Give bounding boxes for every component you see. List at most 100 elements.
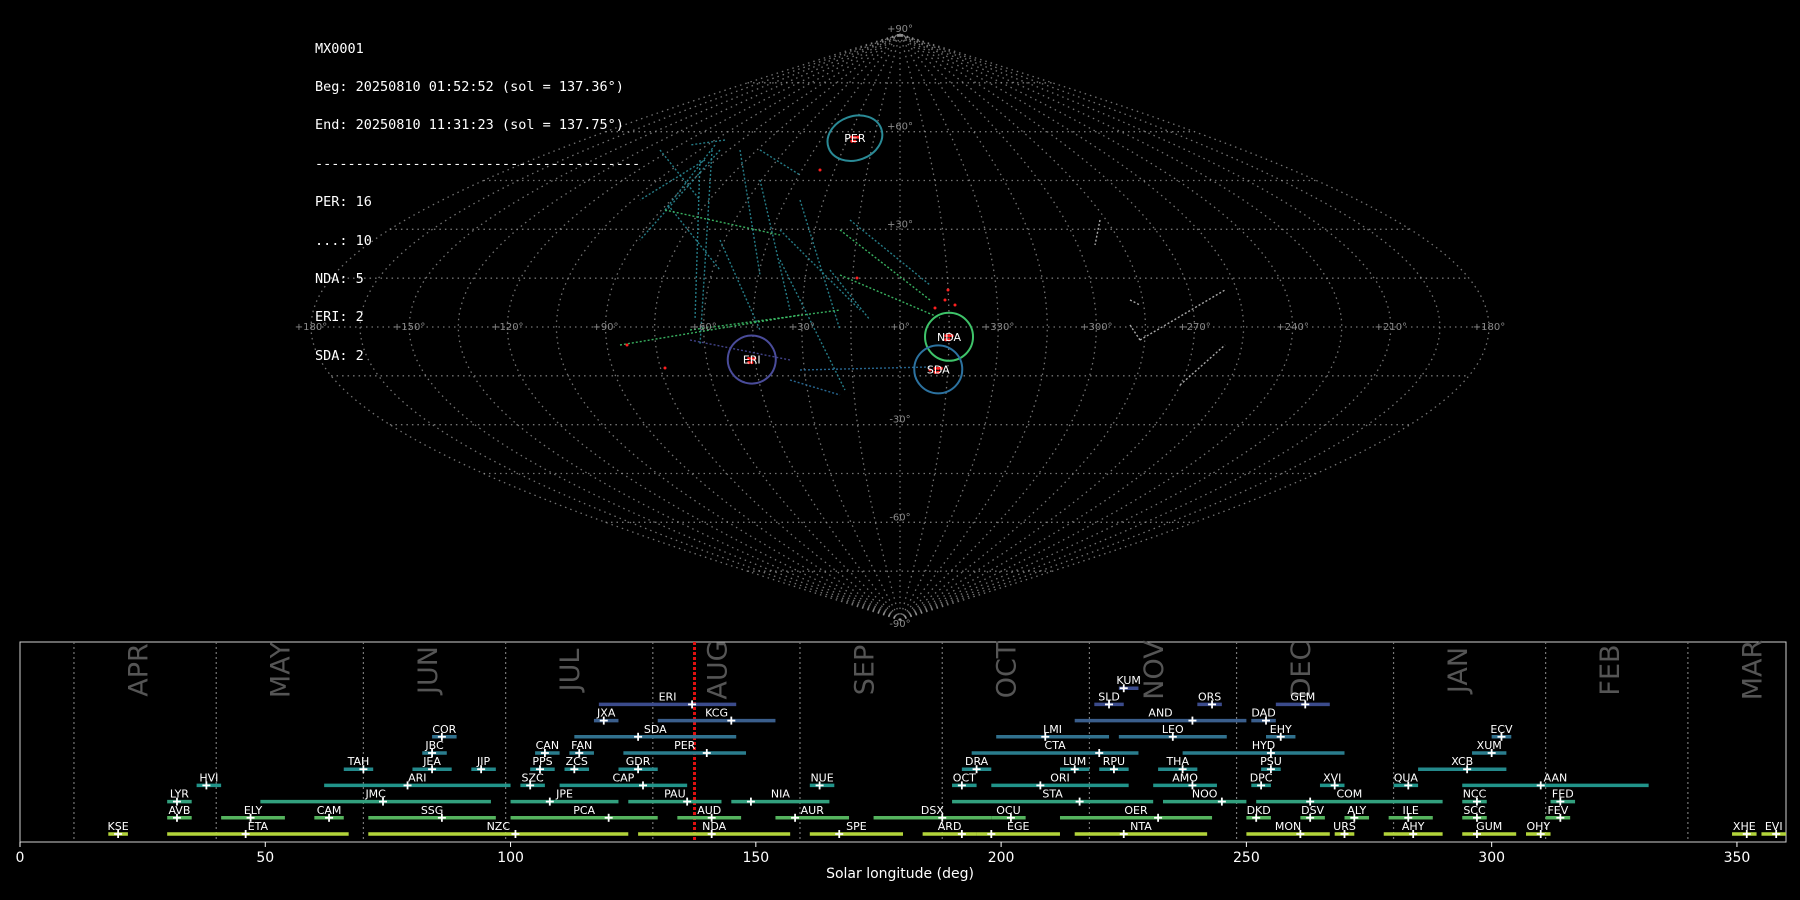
count-per: PER: 16 — [315, 194, 372, 211]
lat-tick-label: +60° — [887, 122, 913, 133]
shower-label: AUD — [697, 804, 721, 817]
shower-label: OER — [1124, 804, 1148, 817]
lon-tick-label: +30° — [789, 322, 815, 333]
shower-ors: ORS — [1197, 690, 1222, 709]
radiant-sda: SDA — [913, 344, 964, 395]
radiant-label: ERI — [743, 354, 761, 367]
shower-label: JXA — [596, 707, 616, 720]
meteor-trail — [779, 229, 861, 311]
shower-label: SPE — [846, 820, 867, 833]
meteor-trail — [839, 229, 931, 301]
meteor-trail — [739, 149, 761, 276]
shower-jxa: JXA — [593, 707, 619, 725]
shower-ohy: OHY — [1526, 820, 1551, 838]
shower-label: AHY — [1402, 820, 1425, 833]
shower-label: FED — [1552, 788, 1574, 801]
shower-label: AUR — [801, 804, 825, 817]
meteor-trail — [1179, 344, 1226, 386]
month-label: OCT — [992, 641, 1023, 698]
shower-label: SZC — [522, 771, 545, 784]
begin-time: Beg: 20250810 01:52:52 (sol = 137.36°) — [315, 78, 624, 95]
x-tick-label: 100 — [497, 850, 524, 866]
meteor-trail — [789, 379, 841, 396]
separator: ---------------------------------------- — [315, 155, 641, 172]
radiant-label: NDA — [937, 331, 962, 344]
shower-label: NCC — [1463, 788, 1487, 801]
shower-label: AVB — [168, 804, 190, 817]
shower-dpc: DPC — [1250, 771, 1273, 790]
lon-tick-label: +180° — [1473, 322, 1505, 333]
month-label: JUL — [555, 649, 586, 694]
shower-label: AND — [1148, 707, 1172, 720]
shower-kum: KUM — [1116, 674, 1141, 693]
shower-label: ETA — [248, 820, 269, 833]
month-label: AUG — [702, 640, 733, 699]
shower-label: DKD — [1247, 804, 1271, 817]
shower-label: PAU — [664, 788, 686, 801]
shower-label: ERI — [659, 690, 677, 703]
shower-label: TAH — [347, 755, 370, 768]
shower-qua: QUA — [1393, 771, 1418, 790]
shower-label: LYR — [170, 788, 189, 801]
lon-tick-label: +330° — [982, 322, 1014, 333]
shower-label: ORI — [1050, 771, 1070, 784]
x-tick-label: 0 — [16, 850, 25, 866]
lat-tick-label: +30° — [887, 219, 913, 230]
shower-label: LMI — [1043, 723, 1062, 736]
count-sda: SDA: 2 — [315, 347, 364, 364]
count-sporadic: ...: 10 — [315, 232, 372, 249]
shower-label: XUM — [1477, 739, 1502, 752]
shower-label: DAD — [1251, 707, 1275, 720]
meteor-point — [933, 306, 937, 310]
meteor-point — [946, 288, 950, 292]
shower-label: NOO — [1192, 788, 1218, 801]
meteor-trail — [664, 144, 716, 211]
shower-zcs: ZCS — [564, 755, 590, 774]
x-tick-label: 350 — [1724, 850, 1751, 866]
shower-sld: SLD — [1094, 690, 1124, 709]
meteor-trail — [639, 149, 721, 241]
info-panel: MX0001 Beg: 20250810 01:52:52 (sol = 137… — [315, 17, 640, 375]
shower-label: RPU — [1103, 755, 1125, 768]
shower-label: OCT — [953, 771, 976, 784]
lat-tick-label: +90° — [887, 24, 913, 35]
month-label: NOV — [1139, 640, 1170, 700]
shower-hvi: HVI — [196, 771, 222, 790]
shower-dsv: DSV — [1300, 804, 1325, 822]
shower-szc: SZC — [520, 771, 545, 790]
meteor-trail — [829, 269, 871, 321]
shower-label: ARD — [938, 820, 962, 833]
shower-label: JMC — [364, 788, 386, 801]
count-eri: ERI: 2 — [315, 309, 364, 326]
shower-cam: CAM — [314, 804, 344, 822]
shower-label: CAN — [536, 739, 559, 752]
shower-label: XVI — [1323, 771, 1341, 784]
shower-label: LEO — [1162, 723, 1184, 736]
radiant-label: PER — [844, 132, 866, 145]
shower-label: THA — [1165, 755, 1189, 768]
shower-label: KUM — [1116, 674, 1140, 687]
meteor-point — [855, 276, 859, 280]
shower-label: SDA — [644, 723, 667, 736]
month-label: MAR — [1737, 640, 1768, 701]
shower-label: DPC — [1250, 771, 1273, 784]
shower-label: XCB — [1451, 755, 1473, 768]
radiant-label: SDA — [927, 363, 950, 376]
x-tick-label: 50 — [256, 850, 274, 866]
shower-label: URS — [1333, 820, 1356, 833]
shower-label: JEA — [422, 755, 441, 768]
shower-label: ELY — [244, 804, 263, 817]
shower-avb: AVB — [167, 804, 192, 822]
shower-label: NUE — [810, 771, 833, 784]
shower-label: EGE — [1007, 820, 1029, 833]
meteor-point — [943, 298, 947, 302]
camera-id: MX0001 — [315, 40, 364, 57]
shower-label: ILE — [1403, 804, 1419, 817]
shower-label: SLD — [1098, 690, 1120, 703]
shower-label: JBC — [424, 739, 444, 752]
shower-label: SCC — [1463, 804, 1486, 817]
lat-tick-label: -90° — [889, 619, 910, 630]
shower-xhe: XHE — [1732, 820, 1757, 838]
x-axis-label: Solar longitude (deg) — [826, 866, 974, 882]
lon-tick-label: +0° — [890, 322, 910, 333]
